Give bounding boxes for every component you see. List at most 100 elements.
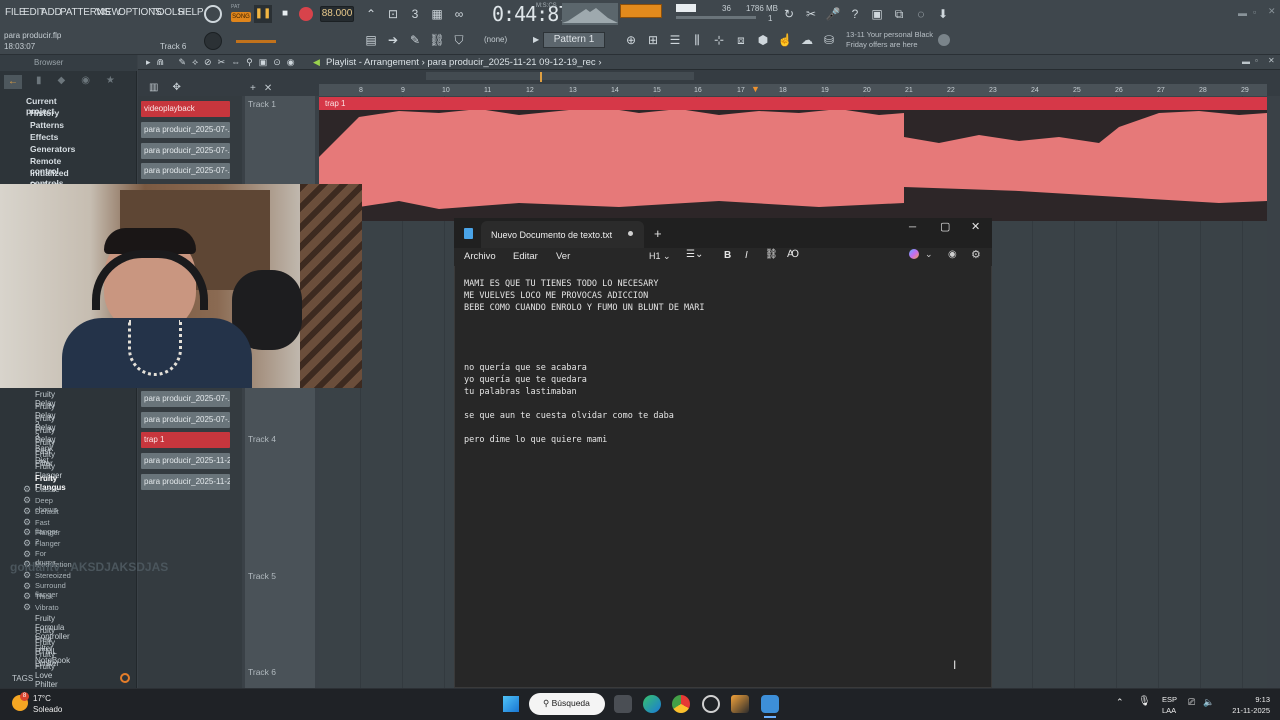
playlist-toolbar-icons[interactable]: ▸⋒ ✎⟡⊘✂⇔⚲▣⊙◉ xyxy=(146,57,301,68)
window-restore-icon[interactable]: ▫ xyxy=(1253,7,1256,17)
overview-scroll[interactable] xyxy=(426,72,694,80)
playlist-restore-icon[interactable]: ▫ xyxy=(1255,56,1258,65)
shop-icon[interactable]: ⛁ xyxy=(820,31,838,49)
mixer-icon[interactable]: ⫼ xyxy=(688,31,706,49)
menu-archivo[interactable]: Archivo xyxy=(464,251,496,262)
pitch-slider[interactable] xyxy=(236,40,276,43)
notepad-text-area[interactable]: MAMI ES QUE TU TIENES TODO LO NECESARY M… xyxy=(464,278,984,446)
audio-clip-trap[interactable] xyxy=(319,97,1267,221)
copilot-icon[interactable] xyxy=(909,249,919,259)
clip-source-selected[interactable]: trap 1 xyxy=(141,432,230,448)
chrome-icon[interactable] xyxy=(672,695,690,713)
pat-toggle[interactable]: PAT xyxy=(231,4,240,10)
tempo-display[interactable]: 88.000 xyxy=(320,6,354,22)
clear-format-icon[interactable]: Ꜵ xyxy=(787,249,799,260)
clip-source[interactable]: para producir_2025-07-... xyxy=(141,391,230,407)
metronome-icon[interactable]: ⌃ xyxy=(362,5,380,23)
fl-studio-icon[interactable] xyxy=(731,695,749,713)
touch-icon[interactable]: ☝ xyxy=(776,31,794,49)
tree-generators[interactable]: Generators xyxy=(30,144,75,154)
hint-icon[interactable] xyxy=(204,5,222,23)
task-view-icon[interactable] xyxy=(614,695,632,713)
keyboard-layout[interactable]: LAA xyxy=(1162,706,1176,715)
audio-clip-header[interactable]: trap 1 xyxy=(319,97,1267,110)
stamp-icon[interactable]: ⛉ xyxy=(450,31,468,49)
tray-mic-icon[interactable]: 🎙 xyxy=(1138,696,1151,707)
browser-back-icon[interactable]: ← xyxy=(4,75,22,89)
browser-nav-icons[interactable]: ▮◆◉★ xyxy=(36,75,131,86)
account-icon[interactable]: ◉ xyxy=(948,249,957,260)
playhead-marker[interactable]: ▼ xyxy=(751,84,760,94)
search-icon[interactable] xyxy=(120,673,130,683)
track-header-icons[interactable]: +✕ xyxy=(250,83,280,94)
pause-button[interactable]: ❚❚ xyxy=(254,5,272,23)
volume-icon[interactable]: 🔈 xyxy=(1203,697,1214,708)
help-icon[interactable]: ? xyxy=(846,5,864,23)
save-icon[interactable]: ▣ xyxy=(868,5,886,23)
copilot-dropdown-icon[interactable]: ⌄ xyxy=(925,249,933,260)
notepad-maximize-icon[interactable]: ▢ xyxy=(940,220,950,233)
preset-item[interactable]: Default xyxy=(35,507,59,516)
news-ticker[interactable]: 13-11 Your personal Black Friday offers … xyxy=(846,30,933,50)
unsaved-dot-icon[interactable] xyxy=(628,231,633,236)
playlist-close-icon[interactable]: ✕ xyxy=(1268,56,1275,65)
pencil-icon[interactable]: ✎ xyxy=(406,31,424,49)
tree-patterns[interactable]: Patterns xyxy=(30,120,64,130)
main-volume-knob[interactable] xyxy=(204,32,222,50)
pattern-add-icon[interactable]: ⊕ xyxy=(622,31,640,49)
taskbar-search[interactable]: ⚲ Búsqueda xyxy=(529,693,605,715)
notepad-tab[interactable]: Nuevo Documento de texto.txt xyxy=(481,221,644,248)
settings-gear-icon[interactable]: ⚙ xyxy=(971,248,981,261)
menu-editar[interactable]: Editar xyxy=(513,251,538,262)
notepad-taskbar-icon[interactable] xyxy=(761,695,779,713)
list-icon[interactable]: ☰⌄ xyxy=(686,249,703,260)
browser-icon[interactable]: ⊹ xyxy=(710,31,728,49)
account-icon[interactable] xyxy=(938,34,950,46)
loop-record-icon[interactable]: ∞ xyxy=(450,5,468,23)
song-toggle[interactable]: SONG xyxy=(231,12,251,22)
clip-source[interactable]: para producir_2025-07-... xyxy=(141,163,230,179)
clip-source[interactable]: para producir_2025-11-2... xyxy=(141,474,230,490)
record-button[interactable] xyxy=(299,7,313,21)
download-icon[interactable]: ⬇ xyxy=(934,5,952,23)
network-icon[interactable]: ⎚ xyxy=(1188,697,1195,708)
track-1-name[interactable]: Track 1 xyxy=(248,99,276,109)
language-code[interactable]: ESP xyxy=(1162,695,1177,704)
preset-item[interactable]: Thick xyxy=(35,592,53,601)
stop-button[interactable]: ■ xyxy=(276,5,294,23)
tags-label[interactable]: TAGS xyxy=(12,674,33,683)
playlist-play-icon[interactable]: ◀ xyxy=(313,57,320,68)
playlist-minimize-icon[interactable]: ▬ xyxy=(1242,57,1250,66)
step-edit-icon[interactable]: ▦ xyxy=(428,5,446,23)
master-volume-slider[interactable] xyxy=(676,16,756,19)
cut-icon[interactable]: ✂ xyxy=(802,5,820,23)
track-4-name[interactable]: Track 4 xyxy=(248,434,276,444)
preset-item[interactable]: Flanger xyxy=(35,539,60,548)
playlist-icon[interactable]: ⊞ xyxy=(644,31,662,49)
link-icon[interactable]: ⛓ xyxy=(428,31,446,49)
bold-icon[interactable]: B xyxy=(724,250,731,261)
plugin-item[interactable]: Fruity Love Philter xyxy=(35,662,58,689)
edge-icon[interactable] xyxy=(643,695,661,713)
new-tab-button[interactable]: + xyxy=(654,226,662,241)
pattern-list-icons[interactable]: ▥✥ xyxy=(149,82,195,93)
channel-rack-icon[interactable]: ☰ xyxy=(666,31,684,49)
undo-icon[interactable]: ↻ xyxy=(780,5,798,23)
plugin-db-icon[interactable]: ⧈ xyxy=(732,31,750,49)
share-icon[interactable]: ☁ xyxy=(798,31,816,49)
tree-effects[interactable]: Effects xyxy=(30,132,58,142)
menu-add[interactable]: ADD xyxy=(41,7,62,18)
clip-source[interactable]: para producir_2025-11-2... xyxy=(141,453,230,469)
plugin-icon[interactable]: ⧉ xyxy=(890,5,908,23)
pattern-selector[interactable]: Pattern 1 xyxy=(543,32,605,48)
play-pattern-icon[interactable]: ▶ xyxy=(533,35,539,44)
clip-source[interactable]: para producir_2025-07-... xyxy=(141,143,230,159)
arrow-right-icon[interactable]: ➔ xyxy=(384,31,402,49)
clock-date[interactable]: 21-11-2025 xyxy=(1224,706,1270,715)
track-5-name[interactable]: Track 5 xyxy=(248,571,276,581)
notepad-close-icon[interactable]: ✕ xyxy=(971,220,980,233)
plugin-picker-icon[interactable]: ⬢ xyxy=(754,31,772,49)
obs-icon[interactable] xyxy=(702,695,720,713)
piano-icon[interactable]: ▤ xyxy=(362,31,380,49)
heading-dropdown[interactable]: H1 ⌄ xyxy=(649,251,671,262)
